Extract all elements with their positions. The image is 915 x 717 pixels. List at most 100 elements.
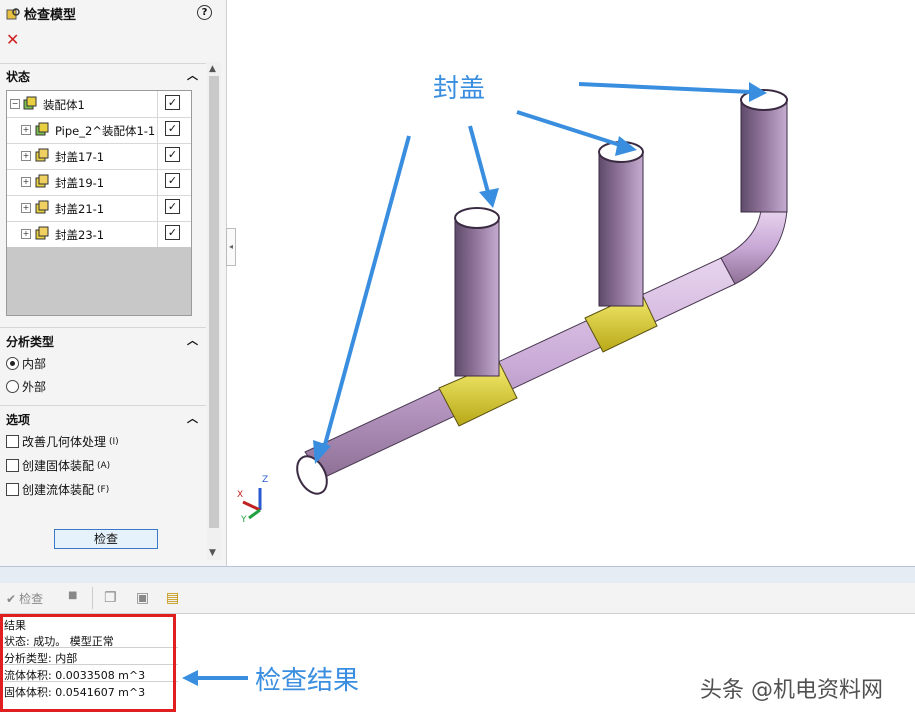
tree-label: 装配体1 [43,98,85,112]
divider [157,117,158,143]
option-improve-geometry[interactable]: 改善几何体处理 (I) [6,433,119,450]
panel-separator[interactable] [0,566,915,584]
hotkey-hint: (I) [109,436,119,447]
stop-icon[interactable]: ■ [68,590,77,601]
component-tree: − 装配体1 ✓ + Pipe_2^装配体1-1 ✓ + 封盖17-1 ✓ + … [6,90,192,316]
coordinate-triad: Z X Y [237,475,268,525]
divider [157,195,158,221]
cap-annotation: 封盖 [433,74,486,104]
y-axis-label: Y [240,515,247,525]
analysis-section-header[interactable]: 分析类型 ︿ [0,331,206,351]
include-checkbox[interactable]: ✓ [165,225,180,240]
divider [157,221,158,247]
tree-row-pipe[interactable]: + Pipe_2^装配体1-1 ✓ [7,117,191,144]
tree-label: 封盖17-1 [55,150,105,164]
checkbox[interactable] [6,483,19,496]
option-label: 改善几何体处理 [22,435,107,449]
help-icon[interactable]: ? [197,5,212,20]
chevron-up-icon[interactable]: ︿ [187,332,198,348]
tree-row-cap21[interactable]: + 封盖21-1 ✓ [7,195,191,222]
option-create-solid[interactable]: 创建固体装配 (A) [6,457,110,474]
radio-button[interactable] [6,357,19,370]
chevron-down-icon[interactable]: ▼ [209,548,216,558]
divider [157,169,158,195]
close-icon[interactable]: ✕ [6,30,19,49]
section-divider [0,405,206,406]
scrollbar-thumb[interactable] [209,76,219,528]
expand-icon[interactable]: + [21,203,31,213]
panel-scrollbar[interactable]: ▲ ▼ [207,62,221,560]
graphics-viewport[interactable]: Z X Y [227,0,915,566]
tree-row-cap23[interactable]: + 封盖23-1 ✓ [7,221,191,248]
tree-label: Pipe_2^装配体1-1 [55,124,156,138]
vertical-pipe-3 [740,89,788,213]
option-label: 创建流体装配 [22,483,95,497]
chevron-up-icon[interactable]: ︿ [187,67,198,83]
part-icon [35,174,49,188]
document-icon[interactable]: ▣ [136,590,149,606]
divider [157,91,158,117]
watermark: 头条 @机电资料网 [700,678,883,703]
radio-label: 外部 [22,380,47,394]
collapse-icon[interactable]: − [10,99,20,109]
status-section-header[interactable]: 状态 ︿ [0,66,206,86]
panel-title-text: 检查模型 [24,8,77,23]
hotkey-hint: (A) [97,460,111,471]
status-section-label: 状态 [6,70,31,84]
expand-icon[interactable]: + [21,229,31,239]
check-button[interactable]: 检查 [54,529,158,549]
part-icon [35,200,49,214]
expand-icon[interactable]: + [21,151,31,161]
include-checkbox[interactable]: ✓ [165,147,180,162]
part-icon [35,226,49,240]
chevron-up-icon[interactable]: ▲ [209,64,216,74]
result-highlight-box [0,614,176,712]
include-checkbox[interactable]: ✓ [165,121,180,136]
check-toolbar-button[interactable]: ✔ 检查 [6,590,43,607]
tree-row-assembly[interactable]: − 装配体1 ✓ [7,91,191,118]
checkbox[interactable] [6,459,19,472]
expand-icon[interactable]: + [21,177,31,187]
part-icon [35,148,49,162]
options-section-header[interactable]: 选项 ︿ [0,409,206,429]
z-axis-label: Z [262,475,268,485]
result-annotation: 检查结果 [255,666,360,696]
option-label: 创建固体装配 [22,459,95,473]
vertical-pipe-2 [598,141,644,307]
tree-label: 封盖23-1 [55,228,105,242]
copy-icon[interactable]: ❐ [104,590,117,606]
result-callout-arrow [182,670,248,686]
include-checkbox[interactable]: ✓ [165,173,180,188]
tree-empty-area [7,247,191,315]
results-toolbar: ✔ 检查 ■ ❐ ▣ ▤ [0,583,915,614]
part-icon [35,122,49,136]
divider [157,143,158,169]
include-checkbox[interactable]: ✓ [165,95,180,110]
expand-icon[interactable]: + [21,125,31,135]
tree-row-cap19[interactable]: + 封盖19-1 ✓ [7,169,191,196]
vertical-pipe-1 [454,207,500,377]
options-section-label: 选项 [6,413,31,427]
section-divider [0,327,206,328]
include-checkbox[interactable]: ✓ [165,199,180,214]
analysis-section-label: 分析类型 [6,335,55,349]
tree-label: 封盖19-1 [55,176,105,190]
chevron-up-icon[interactable]: ︿ [187,410,198,426]
radio-internal[interactable]: 内部 [6,355,46,372]
check-toolbar-label: 检查 [19,592,44,606]
export-icon[interactable]: ▤ [166,590,179,606]
check-model-icon [6,7,20,19]
x-axis-label: X [237,490,243,500]
radio-external[interactable]: 外部 [6,378,46,395]
option-create-fluid[interactable]: 创建流体装配 (F) [6,481,109,498]
tree-label: 封盖21-1 [55,202,105,216]
tree-row-cap17[interactable]: + 封盖17-1 ✓ [7,143,191,170]
assembly-icon [23,96,37,110]
checkmark-icon: ✔ [6,591,17,606]
section-divider [0,63,206,64]
property-manager-panel: 检查模型 ? ✕ 状态 ︿ − 装配体1 ✓ + Pipe_2^装配体1-1 ✓… [0,0,227,566]
checkbox[interactable] [6,435,19,448]
radio-button[interactable] [6,380,19,393]
radio-label: 内部 [22,357,47,371]
toolbar-divider [92,587,93,609]
